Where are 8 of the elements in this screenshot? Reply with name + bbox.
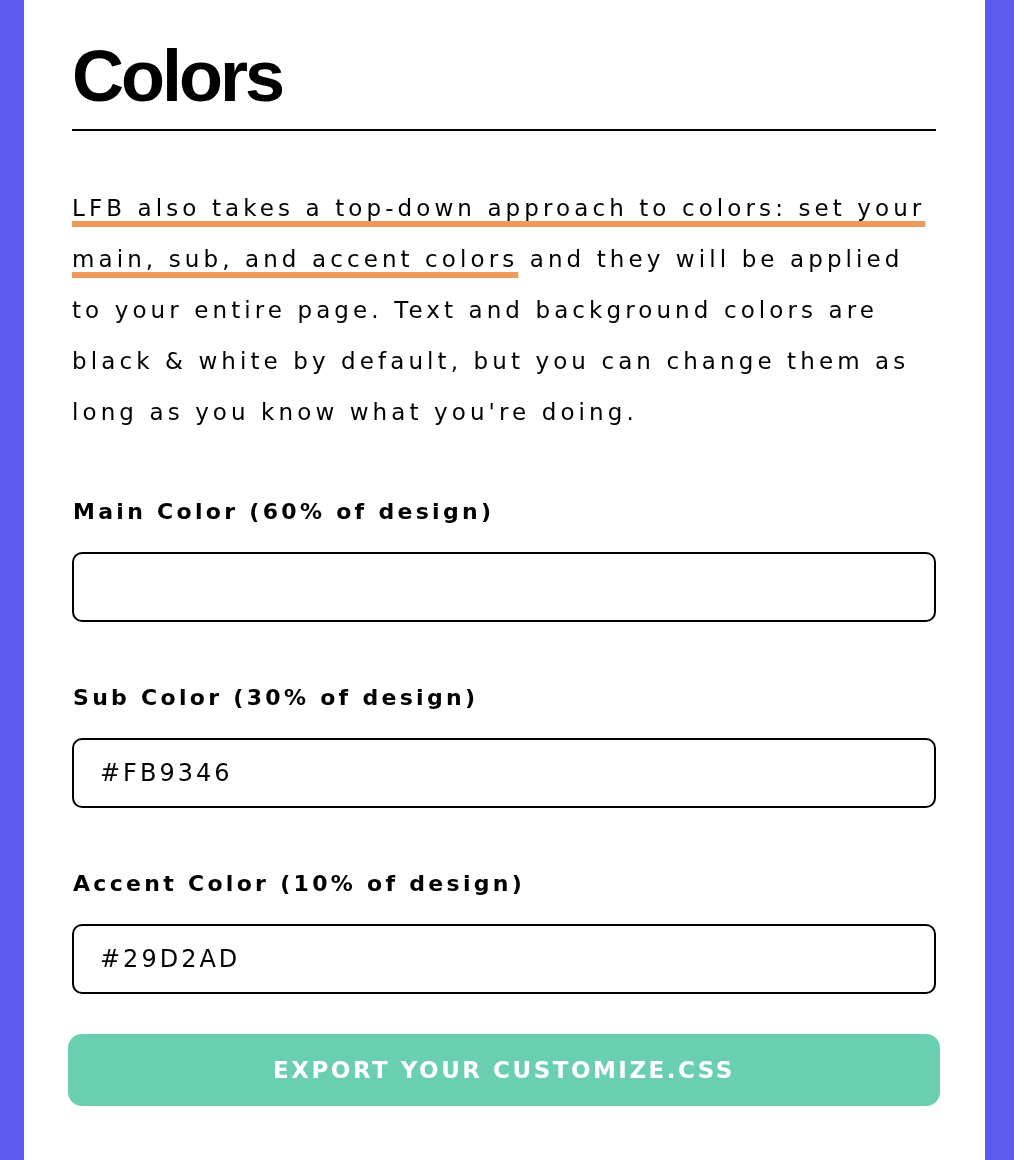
- field-label: Main Color (60% of design): [73, 498, 495, 526]
- color-input-field[interactable]: [72, 552, 936, 622]
- field-label: Accent Color (10% of design): [73, 870, 526, 898]
- color-input-field[interactable]: #29D2AD: [72, 924, 936, 994]
- color-input-field[interactable]: #FB9346: [72, 738, 936, 808]
- field-label: Sub Color (30% of design): [73, 684, 479, 712]
- intro-paragraph: LFB also takes a top-down approach to colors: set your main, sub, and accent colors and they will be applied to your entire page. Text and background colors are black & white by default, but you can change them as long as you know what you're doing.: [72, 194, 927, 427]
- section-heading: Colors: [72, 36, 284, 116]
